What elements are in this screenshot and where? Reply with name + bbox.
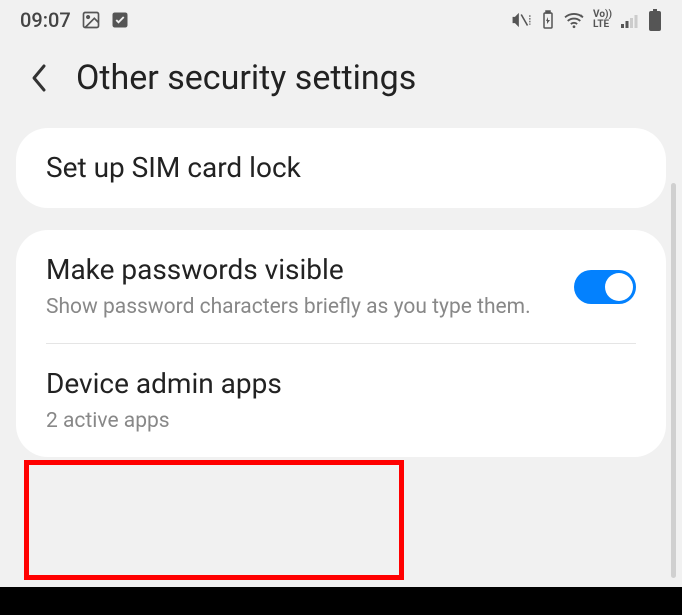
scrollbar[interactable] xyxy=(671,183,676,578)
wifi-icon xyxy=(563,11,585,29)
highlight-annotation xyxy=(24,460,404,580)
volte-icon: Vo))LTE xyxy=(593,10,612,30)
image-icon xyxy=(81,10,101,30)
list-item-title: Device admin apps xyxy=(46,366,636,402)
checkbox-icon xyxy=(111,11,129,29)
list-item-title: Make passwords visible xyxy=(46,252,554,288)
battery-saver-icon xyxy=(541,10,555,30)
status-bar: 09:07 xyxy=(0,0,682,40)
status-time: 09:07 xyxy=(20,8,71,32)
app-bar: Other security settings xyxy=(0,40,682,128)
make-passwords-visible-item[interactable]: Make passwords visible Show password cha… xyxy=(16,230,666,343)
mute-vibrate-icon xyxy=(511,11,533,29)
device-admin-apps-item[interactable]: Device admin apps 2 active apps xyxy=(16,344,666,457)
signal-icon xyxy=(620,12,640,28)
bottom-bar xyxy=(0,587,682,615)
page-title: Other security settings xyxy=(76,58,416,98)
list-item-subtitle: 2 active apps xyxy=(46,407,636,435)
content: Set up SIM card lock Make passwords visi… xyxy=(0,128,682,457)
sim-card-lock-item[interactable]: Set up SIM card lock xyxy=(16,128,666,208)
card-passwords: Make passwords visible Show password cha… xyxy=(16,230,666,456)
back-button[interactable] xyxy=(30,63,48,93)
list-item-title: Set up SIM card lock xyxy=(46,150,636,186)
toggle-knob xyxy=(605,273,633,301)
list-item-subtitle: Show password characters briefly as you … xyxy=(46,293,554,321)
card-sim-lock: Set up SIM card lock xyxy=(16,128,666,208)
passwords-visible-toggle[interactable] xyxy=(574,270,636,304)
status-right: Vo))LTE xyxy=(511,9,662,31)
status-left: 09:07 xyxy=(20,8,129,32)
battery-icon xyxy=(648,9,662,31)
